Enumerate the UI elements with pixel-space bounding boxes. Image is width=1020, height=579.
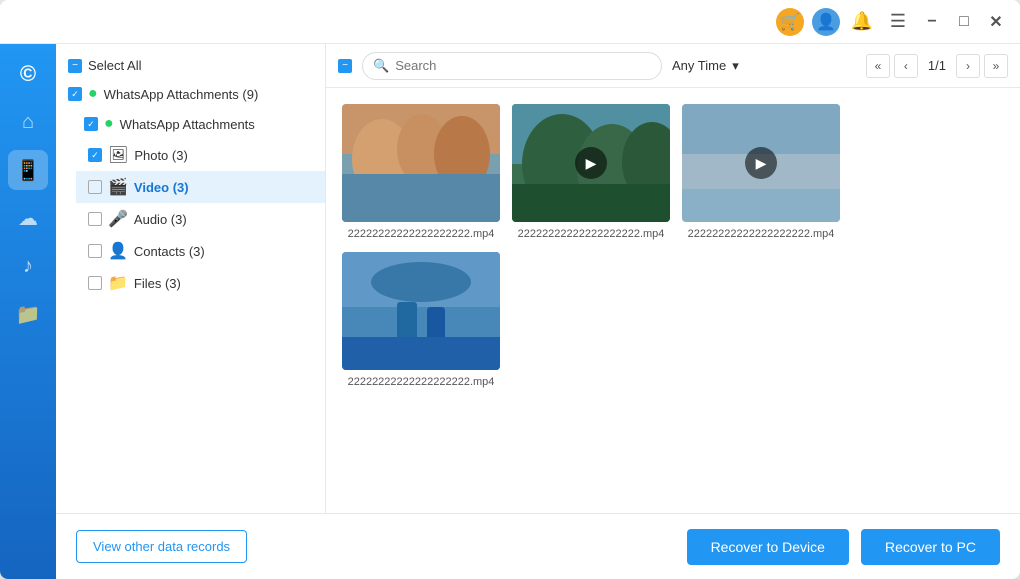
whatsapp-sub-checkbox[interactable] — [84, 117, 98, 131]
whatsapp-icon: ● — [88, 85, 98, 103]
toolbar: 🔍 Any Time ▾ « ‹ 1/1 › » — [326, 44, 1020, 88]
audio-checkbox[interactable] — [88, 212, 102, 226]
first-page-button[interactable]: « — [866, 54, 890, 78]
media-grid: 22222222222222222222.mp4 — [342, 104, 1004, 388]
tree-photo-item[interactable]: 🖼 Photo (3) — [76, 139, 325, 171]
bottom-bar: View other data records Recover to Devic… — [56, 513, 1020, 579]
nav-music[interactable]: ♪ — [8, 246, 48, 286]
user-icon[interactable]: 👤 — [812, 8, 840, 36]
time-filter[interactable]: Any Time ▾ — [672, 58, 739, 74]
media-grid-area: 22222222222222222222.mp4 — [326, 88, 1020, 513]
tree-files-item[interactable]: 📁 Files (3) — [76, 267, 325, 299]
whatsapp-sub-label: WhatsApp Attachments — [120, 117, 313, 132]
next-page-button[interactable]: › — [956, 54, 980, 78]
time-filter-label: Any Time — [672, 58, 726, 73]
bell-icon[interactable]: 🔔 — [848, 8, 876, 36]
nav-files[interactable]: 📁 — [8, 294, 48, 334]
play-button-3[interactable]: ▶ — [745, 147, 777, 179]
media-item-3[interactable]: ▶ 22222222222222222222.mp4 — [682, 104, 840, 240]
photo-checkbox[interactable] — [88, 148, 102, 162]
recover-device-button[interactable]: Recover to Device — [687, 529, 849, 565]
select-all-checkbox[interactable] — [68, 59, 82, 73]
video-label: Video (3) — [134, 180, 313, 195]
time-filter-chevron: ▾ — [732, 58, 739, 74]
media-name-4: 22222222222222222222.mp4 — [342, 376, 500, 388]
photo-label: Photo (3) — [134, 148, 313, 163]
files-icon: 📁 — [108, 273, 128, 293]
photo-icon: 🖼 — [108, 145, 128, 165]
select-all-item[interactable]: Select All — [56, 52, 325, 79]
media-thumb-3: ▶ — [682, 104, 840, 222]
minimize-button[interactable]: − — [920, 10, 944, 34]
recover-pc-button[interactable]: Recover to PC — [861, 529, 1000, 565]
tree-children: 🖼 Photo (3) 🎬 Video (3) 🎤 — [56, 139, 325, 299]
select-all-label: Select All — [88, 58, 313, 73]
media-item-4[interactable]: 22222222222222222222.mp4 — [342, 252, 500, 388]
contacts-label: Contacts (3) — [134, 244, 313, 259]
media-item-1[interactable]: 22222222222222222222.mp4 — [342, 104, 500, 240]
media-thumb-2: ▶ — [512, 104, 670, 222]
file-tree: Select All ● WhatsApp Attachments (9) ● … — [56, 44, 326, 513]
list-icon[interactable]: ☰ — [884, 8, 912, 36]
title-bar: 🛒 👤 🔔 ☰ − □ ✕ — [0, 0, 1020, 44]
media-name-1: 22222222222222222222.mp4 — [342, 228, 500, 240]
audio-icon: 🎤 — [108, 209, 128, 229]
video-checkbox[interactable] — [88, 180, 102, 194]
play-button-2[interactable]: ▶ — [575, 147, 607, 179]
nav-device[interactable]: 📱 — [8, 150, 48, 190]
nav-cloud[interactable]: ☁ — [8, 198, 48, 238]
whatsapp-parent-item[interactable]: ● WhatsApp Attachments (9) — [56, 79, 325, 109]
media-thumb-4 — [342, 252, 500, 370]
nav-logo: © — [8, 54, 48, 94]
search-input[interactable] — [395, 58, 651, 73]
maximize-button[interactable]: □ — [952, 10, 976, 34]
media-name-3: 22222222222222222222.mp4 — [682, 228, 840, 240]
tree-video-item[interactable]: 🎬 Video (3) — [76, 171, 325, 203]
tree-contacts-item[interactable]: 👤 Contacts (3) — [76, 235, 325, 267]
tree-audio-item[interactable]: 🎤 Audio (3) — [76, 203, 325, 235]
view-other-button[interactable]: View other data records — [76, 530, 247, 563]
contacts-icon: 👤 — [108, 241, 128, 261]
close-button[interactable]: ✕ — [984, 10, 1008, 34]
whatsapp-sub-item[interactable]: ● WhatsApp Attachments — [56, 109, 325, 139]
prev-page-button[interactable]: ‹ — [894, 54, 918, 78]
last-page-button[interactable]: » — [984, 54, 1008, 78]
nav-home[interactable]: ⌂ — [8, 102, 48, 142]
whatsapp-parent-checkbox[interactable] — [68, 87, 82, 101]
whatsapp-sub-icon: ● — [104, 115, 114, 133]
page-info: 1/1 — [922, 58, 952, 73]
toolbar-checkbox[interactable] — [338, 59, 352, 73]
search-bar[interactable]: 🔍 — [362, 52, 662, 80]
audio-label: Audio (3) — [134, 212, 313, 227]
media-item-2[interactable]: ▶ 22222222222222222222.mp4 — [512, 104, 670, 240]
files-checkbox[interactable] — [88, 276, 102, 290]
main-content: 🔍 Any Time ▾ « ‹ 1/1 › » — [326, 44, 1020, 513]
search-icon: 🔍 — [373, 58, 389, 74]
contacts-checkbox[interactable] — [88, 244, 102, 258]
nav-sidebar: © ⌂ 📱 ☁ ♪ 📁 — [0, 44, 56, 579]
video-icon: 🎬 — [108, 177, 128, 197]
pagination: « ‹ 1/1 › » — [866, 54, 1008, 78]
media-thumb-1 — [342, 104, 500, 222]
media-name-2: 22222222222222222222.mp4 — [512, 228, 670, 240]
files-label: Files (3) — [134, 276, 313, 291]
cart-icon[interactable]: 🛒 — [776, 8, 804, 36]
whatsapp-parent-label: WhatsApp Attachments (9) — [104, 87, 313, 102]
